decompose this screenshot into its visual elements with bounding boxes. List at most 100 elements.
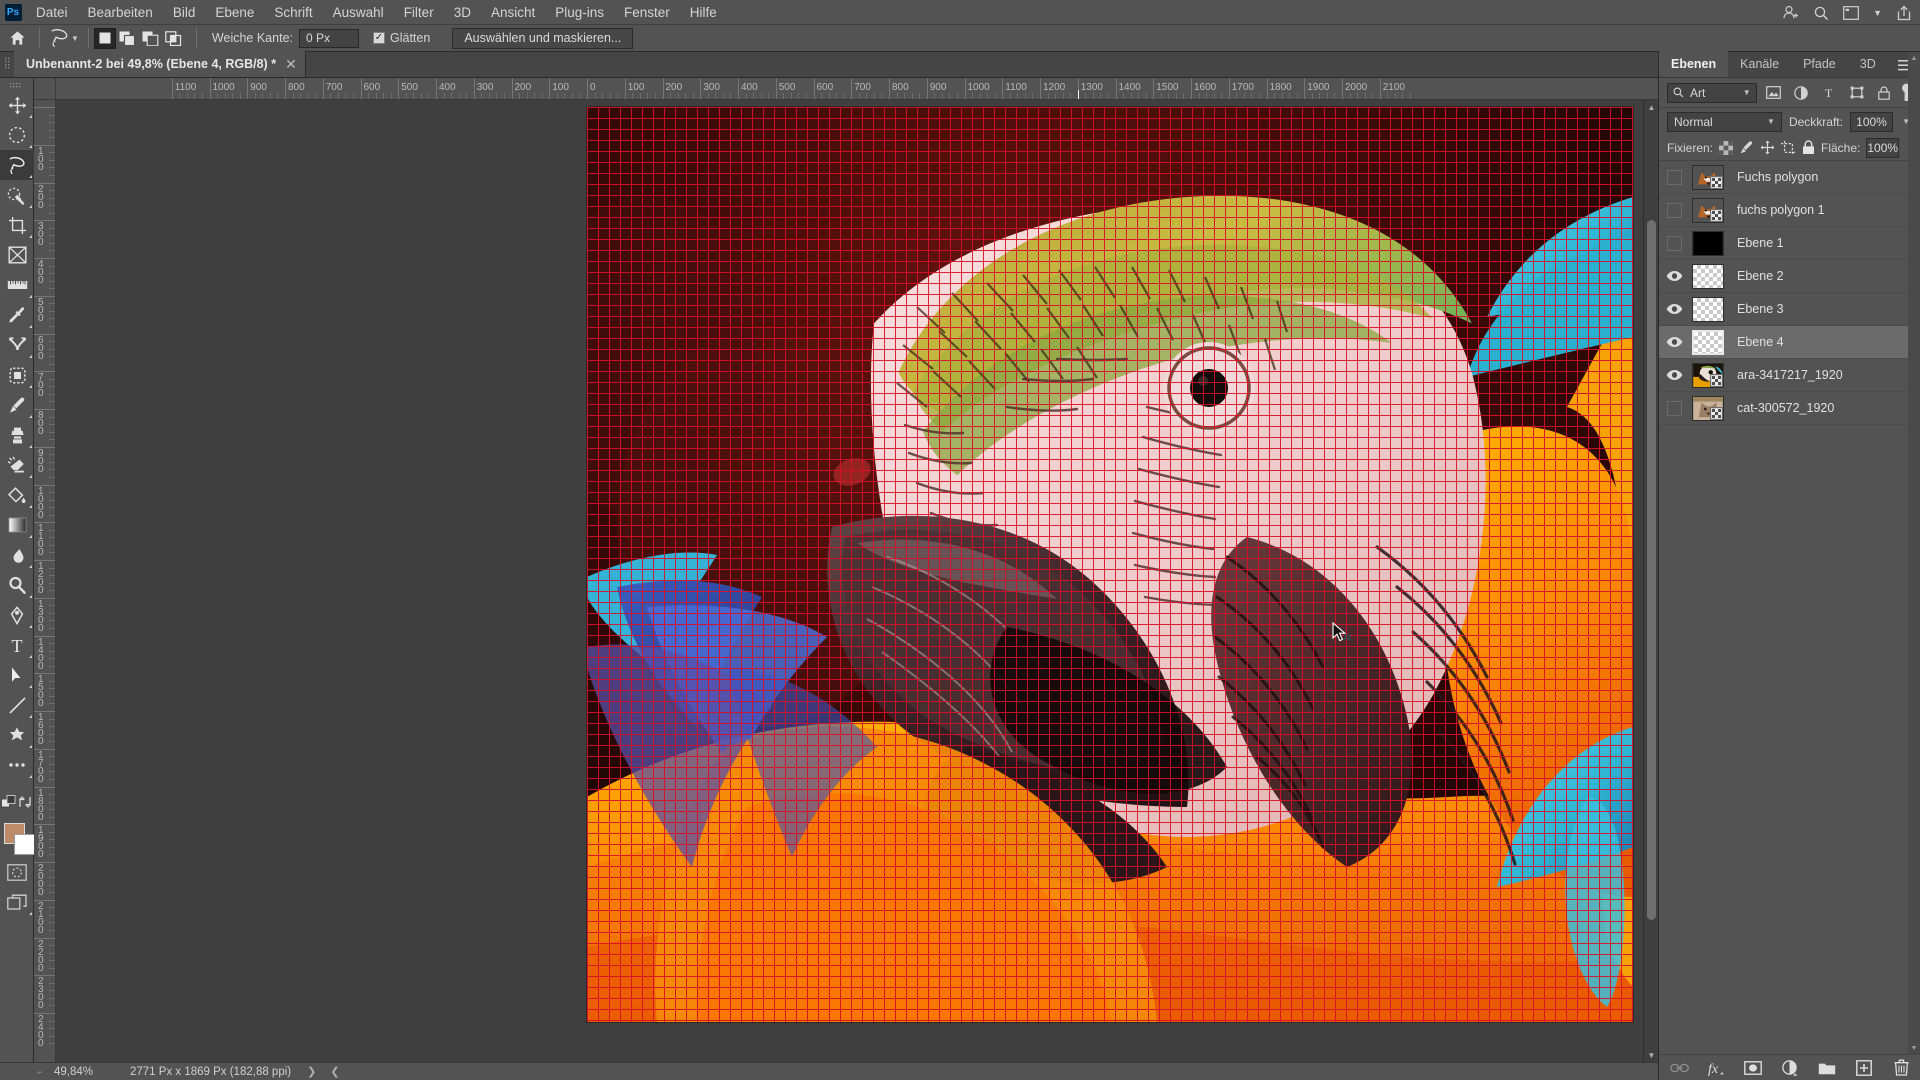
layer-style-fx-icon[interactable]: fx xyxy=(1706,1058,1726,1078)
dodge-tool[interactable] xyxy=(0,570,34,600)
menu-item-filter[interactable]: Filter xyxy=(394,0,444,25)
layers-panel-scrollbar[interactable]: ▲ ▼ xyxy=(1908,52,1920,1054)
background-color-swatch[interactable] xyxy=(14,834,35,855)
layer-visibility-eye-icon[interactable] xyxy=(1661,293,1687,326)
clone-stamp-tool[interactable] xyxy=(0,420,34,450)
brush-tool[interactable] xyxy=(0,390,34,420)
paint-bucket-tool[interactable] xyxy=(0,480,34,510)
quick-mask-mode-icon[interactable] xyxy=(0,857,34,887)
spot-healing-brush-tool[interactable] xyxy=(0,330,34,360)
menu-item-3d[interactable]: 3D xyxy=(444,0,481,25)
selection-mode-intersect[interactable] xyxy=(163,28,185,49)
gradient-tool[interactable] xyxy=(0,510,34,540)
layer-row[interactable]: ara-3417217_1920 xyxy=(1659,359,1920,392)
close-icon[interactable]: ✕ xyxy=(285,56,297,73)
artboard[interactable] xyxy=(587,107,1633,1022)
horizontal-ruler[interactable]: 1100 1000 900 800 700 600 500 400 300 200 100 0 100 2… xyxy=(56,78,1658,100)
panel-tab-3d[interactable]: 3D xyxy=(1848,51,1888,77)
frame-tool[interactable] xyxy=(0,240,34,270)
feather-input[interactable]: 0 Px xyxy=(299,28,359,48)
home-icon[interactable] xyxy=(0,30,34,46)
menu-item-datei[interactable]: Datei xyxy=(26,0,78,25)
vertical-ruler[interactable]: 100 200 300 400 500 600 700 800 900 1000 1100 1200 1… xyxy=(34,100,56,1062)
menu-item-hilfe[interactable]: Hilfe xyxy=(680,0,727,25)
image-filter-icon[interactable] xyxy=(1763,82,1785,104)
scroll-up-arrow-icon[interactable]: ▲ xyxy=(1644,100,1659,114)
menu-item-ebene[interactable]: Ebene xyxy=(205,0,264,25)
opacity-value[interactable]: 100% xyxy=(1849,111,1894,132)
layer-visibility-toggle[interactable] xyxy=(1661,392,1687,425)
search-icon[interactable] xyxy=(1813,5,1829,21)
layer-visibility-eye-icon[interactable] xyxy=(1661,260,1687,293)
panel-tab-kan-le[interactable]: Kanäle xyxy=(1728,51,1791,77)
layer-filter-kind-select[interactable]: Art ▼ xyxy=(1667,82,1757,103)
swap-colors-icon[interactable] xyxy=(17,787,34,817)
move-tool[interactable] xyxy=(0,90,34,120)
layer-thumbnail[interactable] xyxy=(1687,362,1729,388)
patch-tool[interactable] xyxy=(0,360,34,390)
share-icon[interactable] xyxy=(1896,5,1912,21)
elliptical-marquee-tool[interactable] xyxy=(0,120,34,150)
zoom-level[interactable]: 49,84% xyxy=(46,1066,102,1078)
line-tool[interactable] xyxy=(0,690,34,720)
layer-name[interactable]: Ebene 2 xyxy=(1729,269,1784,283)
type-tool[interactable]: T xyxy=(0,630,34,660)
layer-thumbnail[interactable] xyxy=(1687,395,1729,421)
layer-visibility-eye-icon[interactable] xyxy=(1661,359,1687,392)
scroll-down-arrow-icon[interactable]: ▼ xyxy=(1644,1048,1659,1062)
vertical-scroll-thumb[interactable] xyxy=(1647,220,1656,920)
lock-transparency-icon[interactable] xyxy=(1719,138,1734,158)
layer-name[interactable]: Ebene 3 xyxy=(1729,302,1784,316)
default-colors-icon[interactable] xyxy=(0,787,17,817)
layer-row[interactable]: Ebene 1 xyxy=(1659,227,1920,260)
layer-thumbnail[interactable] xyxy=(1687,197,1729,223)
chevron-right-icon[interactable]: ❯ xyxy=(307,1065,316,1078)
menu-item-auswahl[interactable]: Auswahl xyxy=(323,0,394,25)
adjustment-layer-icon[interactable] xyxy=(1780,1058,1800,1078)
layer-name[interactable]: Fuchs polygon xyxy=(1729,170,1818,184)
delete-layer-icon[interactable] xyxy=(1891,1058,1911,1078)
menu-item-bild[interactable]: Bild xyxy=(163,0,206,25)
layer-thumbnail[interactable] xyxy=(1687,263,1729,289)
blend-mode-select[interactable]: Normal ▼ xyxy=(1667,111,1782,132)
selection-mode-add[interactable] xyxy=(117,28,139,49)
layer-name[interactable]: ara-3417217_1920 xyxy=(1729,368,1843,382)
eyedropper-tool[interactable] xyxy=(0,300,34,330)
fill-value[interactable]: 100% xyxy=(1866,137,1900,158)
chevron-down-icon[interactable]: ▼ xyxy=(1767,117,1775,126)
type-filter-icon[interactable]: T xyxy=(1818,82,1840,104)
lock-position-icon[interactable] xyxy=(1760,138,1775,158)
ruler-corner[interactable] xyxy=(34,78,56,100)
lock-image-icon[interactable] xyxy=(1739,138,1754,158)
layer-row[interactable]: Ebene 2 xyxy=(1659,260,1920,293)
lock-all-icon[interactable] xyxy=(1802,138,1815,158)
layer-name[interactable]: Ebene 4 xyxy=(1729,335,1784,349)
layer-name[interactable]: cat-300572_1920 xyxy=(1729,401,1834,415)
menu-item-schrift[interactable]: Schrift xyxy=(264,0,322,25)
layer-thumbnail[interactable] xyxy=(1687,329,1729,355)
pen-tool[interactable] xyxy=(0,600,34,630)
layer-visibility-eye-icon[interactable] xyxy=(1661,326,1687,359)
menu-item-ansicht[interactable]: Ansicht xyxy=(481,0,545,25)
workspace-icon[interactable] xyxy=(1843,5,1859,20)
chevron-down-icon[interactable]: ▼ xyxy=(1873,8,1882,18)
layer-thumbnail[interactable] xyxy=(1687,164,1729,190)
select-and-mask-button[interactable]: Auswählen und maskieren... xyxy=(452,27,634,49)
adjustment-filter-icon[interactable] xyxy=(1790,82,1812,104)
layer-row[interactable]: fuchs polygon 1 xyxy=(1659,194,1920,227)
layer-row[interactable]: Ebene 3 xyxy=(1659,293,1920,326)
layer-row[interactable]: Ebene 4 xyxy=(1659,326,1920,359)
scroll-up-arrow-icon[interactable]: ▲ xyxy=(1908,52,1920,64)
layer-visibility-toggle[interactable] xyxy=(1661,227,1687,260)
layer-row[interactable]: Fuchs polygon xyxy=(1659,161,1920,194)
quick-selection-tool[interactable] xyxy=(0,180,34,210)
canvas-vertical-scrollbar[interactable]: ▲ ▼ xyxy=(1643,100,1658,1062)
menu-item-plug-ins[interactable]: Plug-ins xyxy=(545,0,614,25)
ruler-tool[interactable] xyxy=(0,270,34,300)
layer-name[interactable]: Ebene 1 xyxy=(1729,236,1784,250)
screen-mode-icon[interactable] xyxy=(0,887,34,917)
custom-shape-tool[interactable] xyxy=(0,720,34,750)
layer-mask-icon[interactable] xyxy=(1743,1058,1763,1078)
blur-tool[interactable] xyxy=(0,540,34,570)
layer-row[interactable]: cat-300572_1920 xyxy=(1659,392,1920,425)
